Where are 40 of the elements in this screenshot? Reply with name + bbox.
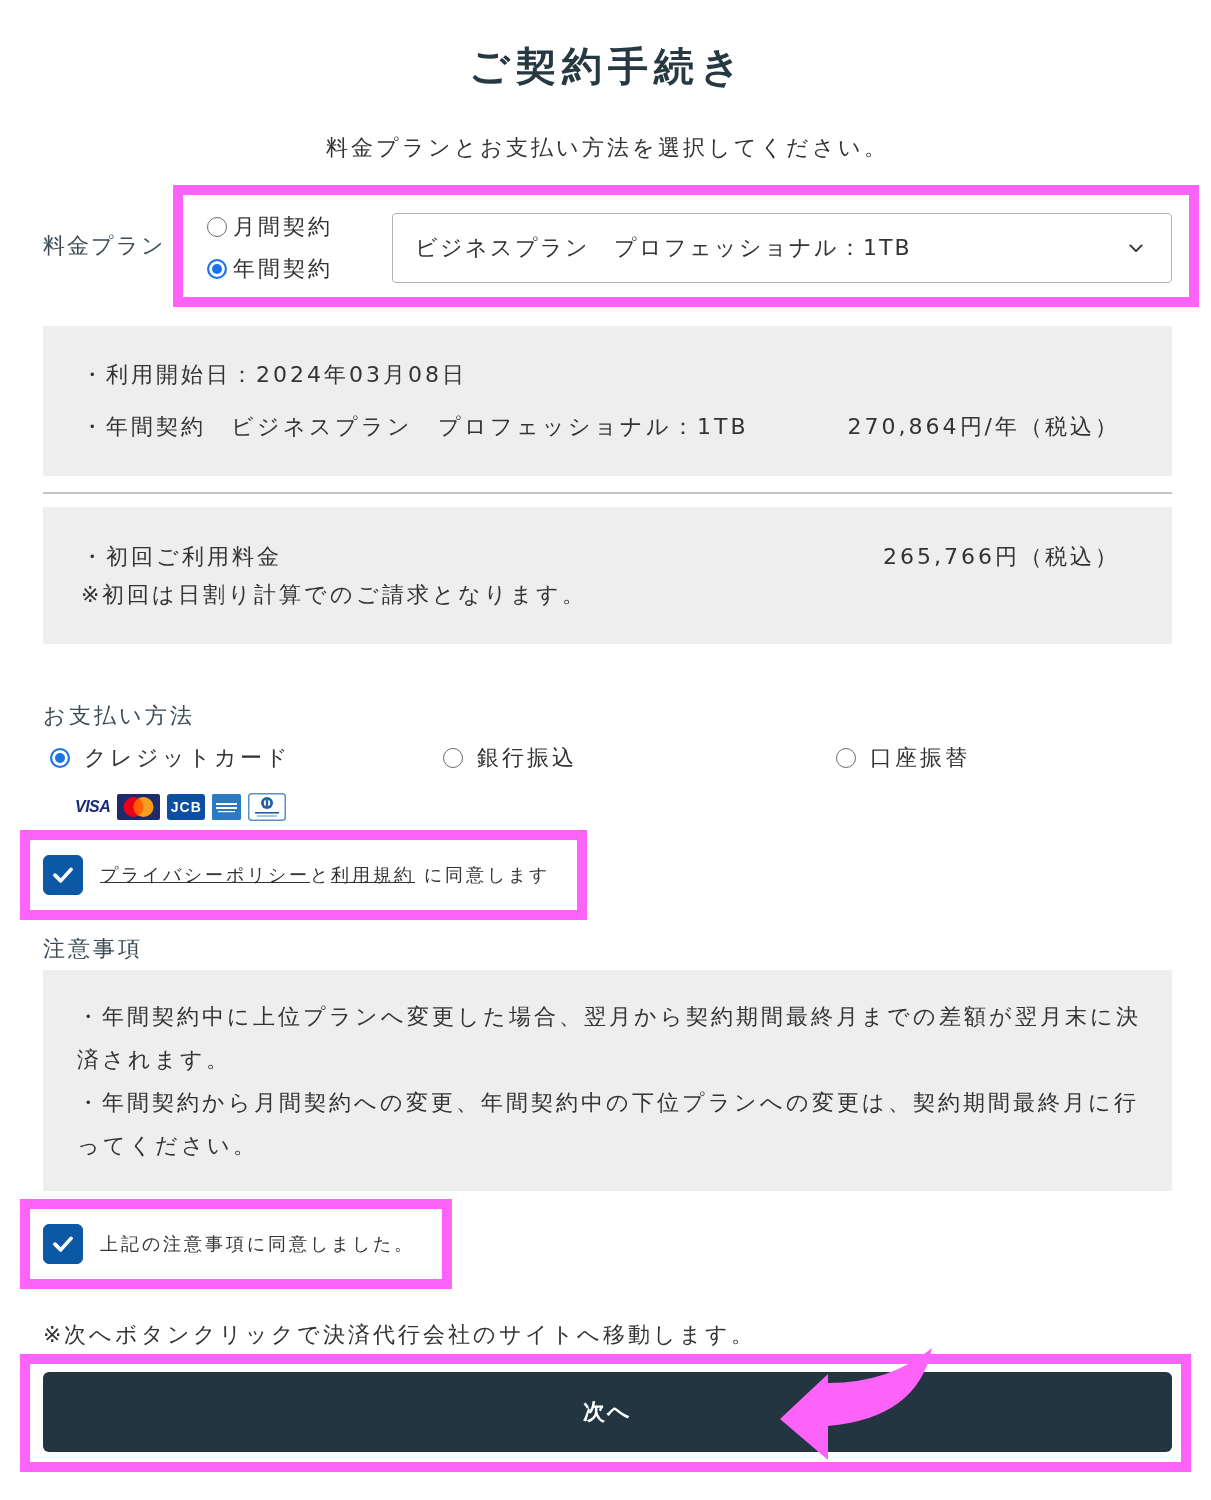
checkmark-icon xyxy=(53,867,73,883)
instruction-text: 料金プランとお支払い方法を選択してください。 xyxy=(325,134,890,162)
radio-label[interactable]: 口座振替 xyxy=(870,742,970,774)
summary-text: ・利用開始日：2024年03月08日 xyxy=(81,361,467,389)
agreement-text: プライバシーポリシー と 利用規約 に同意します xyxy=(100,863,550,887)
privacy-policy-link[interactable]: プライバシーポリシー xyxy=(100,864,310,885)
card-brand-icon xyxy=(212,794,242,820)
jcb-logo: JCB xyxy=(167,794,206,820)
next-button[interactable]: 次へ xyxy=(43,1372,1172,1452)
field-label: 料金プラン xyxy=(43,232,167,260)
agreement-text: 上記の注意事項に同意しました。 xyxy=(100,1232,415,1256)
radio-button[interactable] xyxy=(50,748,70,768)
radio-label[interactable]: クレジットカード xyxy=(84,742,291,774)
section-label: 注意事項 xyxy=(43,935,144,963)
radio-button[interactable] xyxy=(207,259,227,279)
visa-logo: VISA xyxy=(75,799,111,815)
radio-button[interactable] xyxy=(443,748,463,768)
note-text: ※初回は日割り計算でのご請求となります。 xyxy=(81,581,589,609)
radio-label[interactable]: 月間契約 xyxy=(233,211,333,243)
chevron-down-icon xyxy=(1129,243,1143,253)
checkmark-icon xyxy=(53,1236,73,1252)
notice-text: ・年間契約中に上位プランへ変更した場合、翌月から契約期間最終月までの差額が翌月末に決済されます。 xyxy=(77,1003,1142,1074)
plan-select[interactable]: ビジネスプラン プロフェッショナル：1TB xyxy=(392,213,1172,283)
price-text: 265,766円（税込） xyxy=(883,543,1120,571)
radio-button[interactable] xyxy=(836,748,856,768)
radio-label[interactable]: 銀行振込 xyxy=(477,742,577,774)
radio-label[interactable]: 年間契約 xyxy=(233,253,333,285)
page-title: ご契約手続き xyxy=(467,42,748,91)
summary-text: ・年間契約 ビジネスプラン プロフェッショナル：1TB xyxy=(81,413,749,441)
checkbox[interactable] xyxy=(43,1224,83,1264)
terms-link[interactable]: 利用規約 xyxy=(331,864,415,885)
charge-label: ・初回ご利用料金 xyxy=(81,543,282,571)
card-brand-icon xyxy=(248,793,287,821)
section-label: お支払い方法 xyxy=(43,702,196,730)
price-text: 270,864円/年（税込） xyxy=(847,413,1120,441)
mastercard-icon xyxy=(117,794,161,820)
note-text: ※次へボタンクリックで決済代行会社のサイトへ移動します。 xyxy=(43,1321,758,1349)
checkbox[interactable] xyxy=(43,855,83,895)
notice-text: ・年間契約から月間契約への変更、年間契約中の下位プランへの変更は、契約期間最終月に行ってください。 xyxy=(77,1089,1140,1160)
radio-button[interactable] xyxy=(207,217,227,237)
